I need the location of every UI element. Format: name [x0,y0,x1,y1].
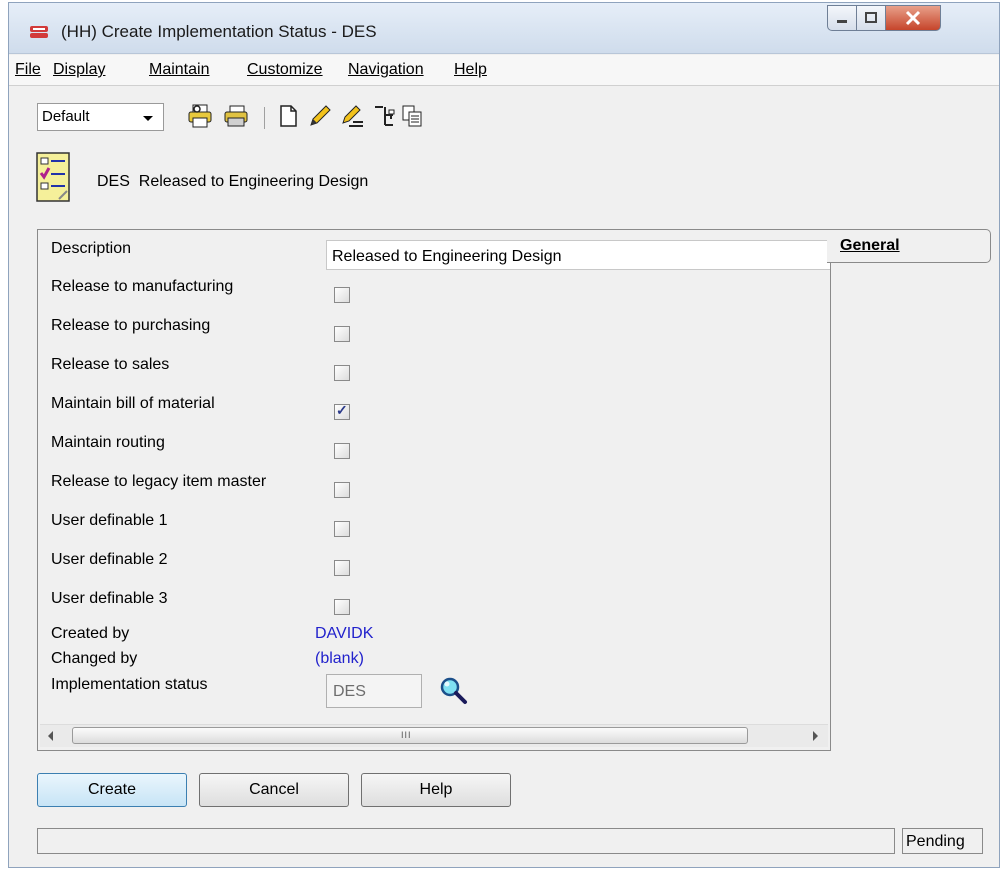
checkbox-label: Maintain routing [51,434,165,451]
maintain-routing-checkbox[interactable] [334,443,350,459]
app-logo-icon [30,26,48,38]
cancel-button[interactable]: Cancel [199,773,349,807]
menu-display[interactable]: Display [53,61,105,79]
horizontal-scrollbar[interactable]: III [40,724,828,747]
app-window: (HH) Create Implementation Status - DES … [8,2,1000,868]
release-to-legacy-item-master-checkbox[interactable] [334,482,350,498]
menu-help[interactable]: Help [454,61,487,79]
created-by-label: Created by [51,625,130,642]
menu-customize[interactable]: Customize [247,61,323,79]
close-icon [905,10,921,26]
chevron-down-icon [143,116,153,121]
maximize-icon [865,12,877,23]
view-select-value: Default [42,108,90,125]
checklist-icon [36,152,70,202]
search-icon[interactable] [438,676,468,706]
created-by-link[interactable]: DAVIDK [315,625,373,643]
release-to-sales-checkbox[interactable] [334,365,350,381]
toolbar-separator [264,107,265,129]
scroll-left-icon[interactable] [48,731,53,741]
checkbox-label: Release to legacy item master [51,473,267,490]
status-bar [37,828,895,854]
changed-by-link[interactable]: (blank) [315,650,364,668]
checkbox-label: User definable 2 [51,551,168,568]
record-description: Released to Engineering Design [138,173,369,190]
menu-maintain[interactable]: Maintain [149,61,209,79]
create-button[interactable]: Create [37,773,187,807]
user-definable-2-checkbox[interactable] [334,560,350,576]
maximize-button[interactable] [856,5,886,31]
edit-pencil-icon[interactable] [307,103,333,129]
print-preview-icon[interactable] [187,103,213,129]
menu-bar: File Display Maintain Customize Navigati… [9,55,999,86]
scrollbar-thumb[interactable]: III [72,727,748,744]
title-bar[interactable]: (HH) Create Implementation Status - DES [9,3,999,54]
implementation-status-field: DES [326,674,422,708]
general-tab-panel: Description Released to Engineering Desi… [37,229,831,751]
new-document-icon[interactable] [275,103,301,129]
maintain-bill-of-material-checkbox[interactable]: ✓ [334,402,350,420]
view-select[interactable]: Default [37,103,164,131]
scroll-right-icon[interactable] [813,731,818,741]
minimize-icon [837,20,847,23]
user-definable-1-checkbox[interactable] [334,521,350,537]
checkbox-label: User definable 1 [51,512,168,529]
checkbox-label: Release to purchasing [51,317,211,334]
copy-icon[interactable] [399,103,425,129]
edit-lines-icon[interactable] [339,103,365,129]
tab-general-label: General [840,237,900,254]
description-field[interactable]: Released to Engineering Design [326,240,830,270]
implementation-status-label: Implementation status [51,676,208,693]
minimize-button[interactable] [827,5,857,31]
checkmark-icon: ✓ [336,402,348,418]
user-definable-3-checkbox[interactable] [334,599,350,615]
release-to-purchasing-checkbox[interactable] [334,326,350,342]
toolbar: Default [9,89,999,133]
close-button[interactable] [885,5,941,31]
menu-file[interactable]: File [15,61,41,79]
record-header: DES Released to Engineering Design [97,173,368,191]
checkbox-label: User definable 3 [51,590,168,607]
menu-navigation[interactable]: Navigation [348,61,424,79]
checkbox-label: Maintain bill of material [51,395,215,412]
description-label: Description [51,240,132,257]
status-state: Pending [902,828,983,854]
release-to-manufacturing-checkbox[interactable] [334,287,350,303]
help-button[interactable]: Help [361,773,511,807]
record-code: DES [97,173,130,190]
scrollbar-grip: III [401,730,412,740]
print-icon[interactable] [223,103,249,129]
changed-by-label: Changed by [51,650,138,667]
tree-structure-icon[interactable] [371,103,397,129]
checkbox-label: Release to manufacturing [51,278,234,295]
window-title: (HH) Create Implementation Status - DES [61,22,377,41]
checkbox-label: Release to sales [51,356,170,373]
tab-general[interactable]: General [827,229,991,263]
